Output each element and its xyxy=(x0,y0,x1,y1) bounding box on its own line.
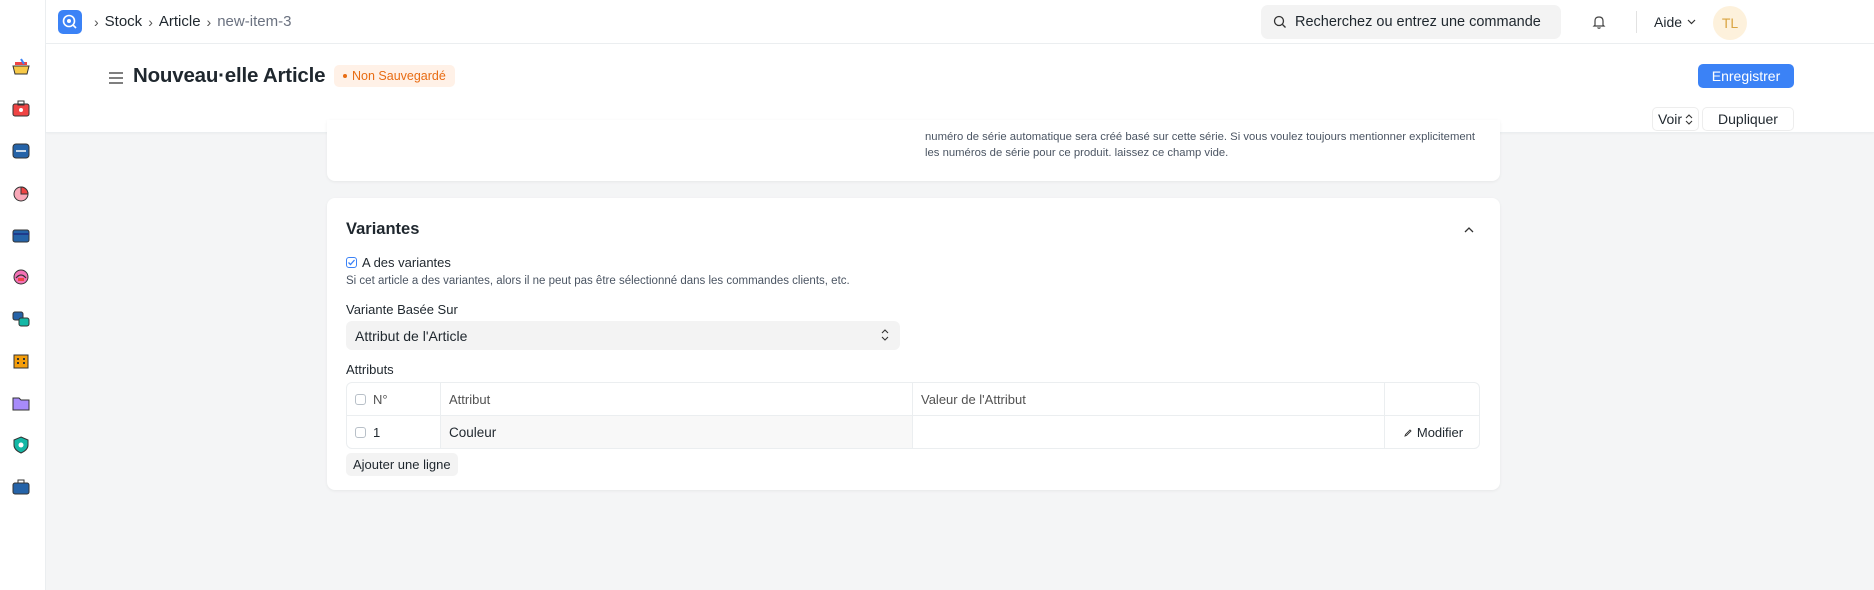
duplicate-button[interactable]: Dupliquer xyxy=(1702,107,1794,131)
stack-icon[interactable] xyxy=(10,308,32,330)
table-header-row: N° Attribut Valeur de l'Attribut xyxy=(347,383,1479,416)
shopping-basket-icon[interactable] xyxy=(10,56,32,78)
variants-section-card: Variantes A des variantes Si cet article… xyxy=(327,198,1500,490)
header-cell-actions xyxy=(1385,383,1479,416)
attributes-label: Attributs xyxy=(346,362,394,377)
row-cell-no: 1 xyxy=(347,416,441,448)
column-label-no: N° xyxy=(373,392,388,407)
toolbox-icon[interactable] xyxy=(10,98,32,120)
help-label: Aide xyxy=(1654,14,1683,30)
section-title: Variantes xyxy=(346,220,420,238)
add-row-button[interactable]: Ajouter une ligne xyxy=(346,453,458,476)
row-edit-button[interactable]: Modifier xyxy=(1385,416,1479,448)
page-title: Nouveau·elle Article xyxy=(133,64,326,87)
naming-section-card: numéro de série automatique sera créé ba… xyxy=(327,120,1500,181)
row-edit-label: Modifier xyxy=(1416,425,1464,440)
checkmark-icon xyxy=(348,259,355,266)
breadcrumb-article[interactable]: Article xyxy=(159,13,201,30)
variant-based-on-value: Attribut de l'Article xyxy=(355,327,468,344)
chevron-right-icon: › xyxy=(148,13,153,30)
table-row[interactable]: 1 Couleur Modifier xyxy=(347,416,1479,448)
headset-icon[interactable] xyxy=(10,266,32,288)
select-all-checkbox[interactable] xyxy=(355,394,366,405)
briefcase-icon[interactable] xyxy=(10,476,32,498)
menu-icon[interactable] xyxy=(107,71,125,85)
view-label: Voir xyxy=(1657,111,1683,127)
serial-number-help-text: numéro de série automatique sera créé ba… xyxy=(925,131,1476,159)
has-variants-help: Si cet article a des variantes, alors il… xyxy=(346,275,850,287)
pencil-icon xyxy=(1404,428,1412,437)
status-badge: Non Sauvegardé xyxy=(334,65,455,87)
search-input[interactable]: Recherchez ou entrez une commande xyxy=(1261,5,1561,39)
row-cell-attribute[interactable]: Couleur xyxy=(441,416,913,448)
folder-icon[interactable] xyxy=(10,392,32,414)
search-placeholder: Recherchez ou entrez une commande xyxy=(1295,14,1541,30)
navbar-divider xyxy=(1636,11,1637,33)
status-dot-icon xyxy=(343,74,347,78)
sort-caret-icon xyxy=(1685,113,1693,125)
chevron-right-icon: › xyxy=(206,13,212,30)
wallet-icon[interactable] xyxy=(10,224,32,246)
pie-chart-icon[interactable] xyxy=(10,182,32,204)
select-caret-icon xyxy=(881,329,889,341)
status-badge-label: Non Sauvegardé xyxy=(352,69,446,83)
breadcrumb: › Stock › Article › new-item-3 xyxy=(94,13,291,30)
variant-based-on-label: Variante Basée Sur xyxy=(346,302,458,317)
chevron-up-icon[interactable] xyxy=(1462,223,1476,237)
variant-based-on-select[interactable]: Attribut de l'Article xyxy=(346,321,900,350)
chevron-right-icon: › xyxy=(94,13,99,30)
app-sidebar xyxy=(0,0,46,590)
has-variants-checkbox[interactable] xyxy=(346,257,357,268)
row-cell-value[interactable] xyxy=(913,416,1385,448)
header-cell-attribute: Attribut xyxy=(441,383,913,416)
view-dropdown[interactable]: Voir xyxy=(1652,107,1699,131)
chevron-down-icon xyxy=(1687,19,1696,25)
breadcrumb-current: new-item-3 xyxy=(217,13,292,30)
header-cell-value: Valeur de l'Attribut xyxy=(913,383,1385,416)
building-icon[interactable] xyxy=(10,350,32,372)
app-logo-icon[interactable] xyxy=(58,10,82,34)
has-variants-field: A des variantes xyxy=(346,255,451,270)
notification-bell-icon[interactable] xyxy=(1590,13,1608,31)
row-checkbox[interactable] xyxy=(355,427,366,438)
attributes-table: N° Attribut Valeur de l'Attribut 1 Coule… xyxy=(346,382,1480,449)
shield-icon[interactable] xyxy=(10,434,32,456)
has-variants-label: A des variantes xyxy=(362,255,451,270)
help-dropdown[interactable]: Aide xyxy=(1654,14,1696,30)
inbox-icon[interactable] xyxy=(10,140,32,162)
search-icon xyxy=(1273,15,1286,28)
save-button[interactable]: Enregistrer xyxy=(1698,64,1794,88)
avatar[interactable]: TL xyxy=(1713,6,1747,40)
row-number: 1 xyxy=(373,425,381,440)
header-cell-no: N° xyxy=(347,383,441,416)
breadcrumb-stock[interactable]: Stock xyxy=(105,13,143,30)
